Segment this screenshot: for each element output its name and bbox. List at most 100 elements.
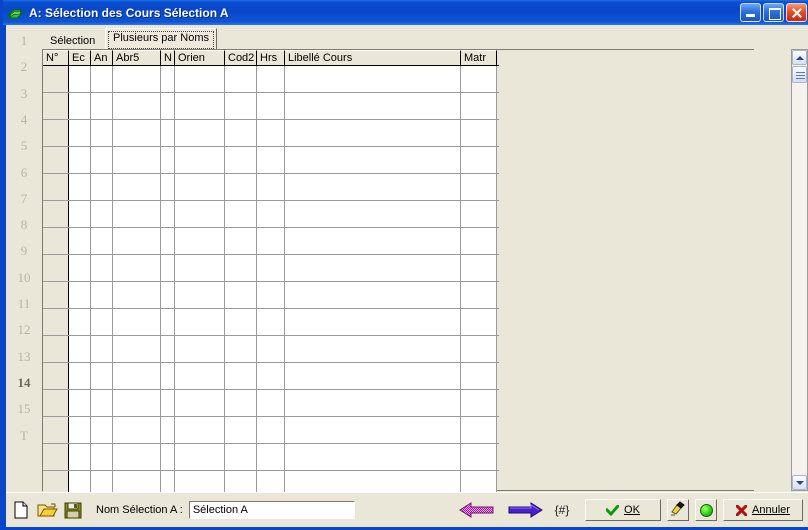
grid-cell[interactable] xyxy=(113,66,161,92)
grid-cell[interactable] xyxy=(69,363,91,389)
grid-cell[interactable] xyxy=(285,66,461,92)
grid-cell[interactable] xyxy=(175,201,225,227)
grid-cell[interactable] xyxy=(175,363,225,389)
grid-cell[interactable] xyxy=(113,444,161,470)
open-folder-icon[interactable] xyxy=(36,500,58,520)
column-header-7[interactable]: Hrs xyxy=(257,50,285,65)
row-number-T[interactable]: T xyxy=(6,428,42,444)
grid-cell[interactable] xyxy=(285,282,461,308)
grid-cell[interactable] xyxy=(113,390,161,416)
grid-cell[interactable] xyxy=(225,228,257,254)
grid-cell[interactable] xyxy=(161,228,175,254)
column-header-5[interactable]: Orien xyxy=(175,50,225,65)
grid-cell[interactable] xyxy=(161,363,175,389)
grid-cell[interactable] xyxy=(113,417,161,443)
grid-cell[interactable] xyxy=(461,93,497,119)
column-header-8[interactable]: Libellé Cours xyxy=(285,50,461,65)
column-header-4[interactable]: N xyxy=(161,50,175,65)
cancel-button[interactable]: Annuler xyxy=(723,499,803,521)
grid-cell[interactable] xyxy=(161,309,175,335)
grid-cell[interactable] xyxy=(257,201,285,227)
grid-cell[interactable] xyxy=(257,228,285,254)
grid-cell[interactable] xyxy=(91,390,113,416)
grid-cell[interactable] xyxy=(69,309,91,335)
grid-cell[interactable] xyxy=(43,228,69,254)
grid-cell[interactable] xyxy=(43,363,69,389)
column-header-0[interactable]: N° xyxy=(43,50,69,65)
table-row[interactable] xyxy=(43,66,499,93)
edit-pen-button[interactable] xyxy=(667,499,689,521)
grid-cell[interactable] xyxy=(285,120,461,146)
grid-cell[interactable] xyxy=(91,147,113,173)
row-number-4[interactable]: 4 xyxy=(6,112,42,128)
grid-cell[interactable] xyxy=(175,336,225,362)
save-disk-icon[interactable] xyxy=(62,500,84,520)
grid-cell[interactable] xyxy=(175,390,225,416)
grid-cell[interactable] xyxy=(113,336,161,362)
grid-cell[interactable] xyxy=(113,120,161,146)
row-number-10[interactable]: 10 xyxy=(6,270,42,286)
table-row[interactable] xyxy=(43,255,499,282)
grid-cell[interactable] xyxy=(285,174,461,200)
grid-cell[interactable] xyxy=(257,336,285,362)
grid-cell[interactable] xyxy=(175,444,225,470)
row-number-8[interactable]: 8 xyxy=(6,217,42,233)
grid-cell[interactable] xyxy=(69,390,91,416)
grid-cell[interactable] xyxy=(257,417,285,443)
grid-cell[interactable] xyxy=(113,93,161,119)
row-number-6[interactable]: 6 xyxy=(6,165,42,181)
grid-cell[interactable] xyxy=(461,363,497,389)
row-number-1[interactable]: 1 xyxy=(6,33,42,49)
grid-cell[interactable] xyxy=(91,444,113,470)
grid-cell[interactable] xyxy=(91,228,113,254)
grid-cell[interactable] xyxy=(69,255,91,281)
grid-cell[interactable] xyxy=(175,66,225,92)
grid-cell[interactable] xyxy=(285,417,461,443)
row-number-7[interactable]: 7 xyxy=(6,191,42,207)
table-row[interactable] xyxy=(43,309,499,336)
grid-cell[interactable] xyxy=(225,201,257,227)
column-header-1[interactable]: Ec xyxy=(69,50,91,65)
grid-cell[interactable] xyxy=(257,390,285,416)
grid-cell[interactable] xyxy=(43,147,69,173)
grid-cell[interactable] xyxy=(257,120,285,146)
grid-cell[interactable] xyxy=(285,147,461,173)
grid-cell[interactable] xyxy=(461,201,497,227)
grid-cell[interactable] xyxy=(69,147,91,173)
row-number-3[interactable]: 3 xyxy=(6,86,42,102)
grid-cell[interactable] xyxy=(461,336,497,362)
grid-cell[interactable] xyxy=(161,282,175,308)
column-header-9[interactable]: Matr xyxy=(461,50,497,65)
grid-cell[interactable] xyxy=(91,120,113,146)
table-row[interactable] xyxy=(43,120,499,147)
table-row[interactable] xyxy=(43,228,499,255)
grid-cell[interactable] xyxy=(91,201,113,227)
grid-cell[interactable] xyxy=(161,417,175,443)
grid-cell[interactable] xyxy=(43,120,69,146)
grid-cell[interactable] xyxy=(461,309,497,335)
column-header-3[interactable]: Abr5 xyxy=(113,50,161,65)
grid-cell[interactable] xyxy=(225,66,257,92)
grid-cell[interactable] xyxy=(91,93,113,119)
minimize-button[interactable] xyxy=(740,3,761,22)
grid-cell[interactable] xyxy=(43,255,69,281)
grid-cell[interactable] xyxy=(225,444,257,470)
grid-cell[interactable] xyxy=(43,336,69,362)
grid-cell[interactable] xyxy=(461,228,497,254)
grid-cell[interactable] xyxy=(91,174,113,200)
status-indicator-button[interactable] xyxy=(695,499,717,521)
grid-cell[interactable] xyxy=(161,255,175,281)
scroll-down-button[interactable] xyxy=(792,475,807,490)
grid-cell[interactable] xyxy=(225,417,257,443)
table-row[interactable] xyxy=(43,417,499,444)
grid-cell[interactable] xyxy=(113,255,161,281)
grid-cell[interactable] xyxy=(161,201,175,227)
maximize-button[interactable] xyxy=(763,3,784,22)
grid-cell[interactable] xyxy=(161,174,175,200)
tab-1[interactable]: Sélection xyxy=(42,31,104,48)
grid-cell[interactable] xyxy=(461,66,497,92)
grid-cell[interactable] xyxy=(175,147,225,173)
grid-cell[interactable] xyxy=(225,120,257,146)
grid-cell[interactable] xyxy=(461,120,497,146)
grid-cell[interactable] xyxy=(175,120,225,146)
